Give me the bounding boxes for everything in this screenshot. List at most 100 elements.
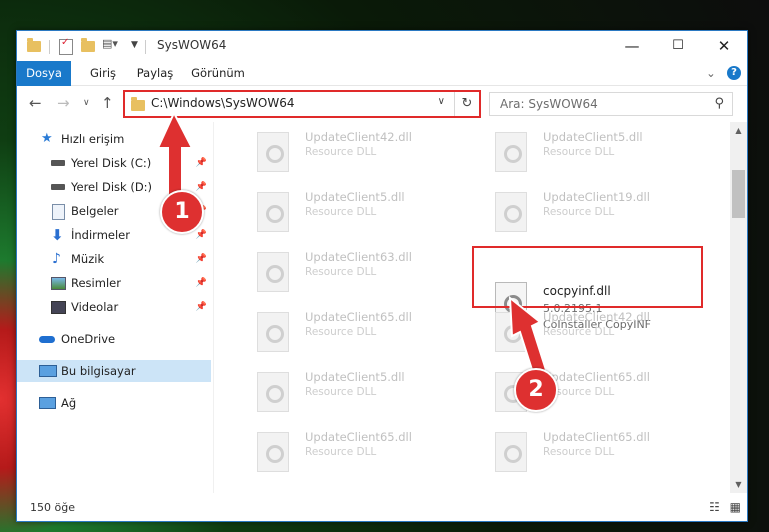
file-name: UpdateClient65.dll	[543, 370, 650, 384]
nav-label: Belgeler	[71, 204, 119, 218]
drive-icon	[51, 160, 65, 166]
list-item[interactable]: UpdateClient5.dll Resource DLL	[475, 126, 705, 176]
nav-label: Yerel Disk (D:)	[71, 180, 153, 194]
window-title: SysWOW64	[157, 38, 227, 52]
list-item[interactable]: UpdateClient65.dll Resource DLL	[237, 306, 467, 356]
pin-icon[interactable]: 📌	[196, 296, 207, 318]
pane-divider[interactable]	[213, 122, 214, 493]
dll-file-icon	[257, 372, 289, 412]
file-description: Resource DLL	[305, 206, 377, 218]
dll-file-icon	[495, 192, 527, 232]
address-path[interactable]: C:\Windows\SysWOW64	[151, 96, 295, 110]
highlight-box	[472, 246, 703, 308]
title-bar: ✓ ▤▾ ▼ SysWOW64 — ☐ ✕	[17, 31, 747, 61]
documents-icon	[52, 204, 65, 220]
music-icon: ♪	[52, 251, 61, 267]
pin-icon[interactable]: 📌	[196, 152, 207, 174]
customize-toolbar-icon[interactable]: ▤▾	[102, 37, 118, 53]
nav-label: Yerel Disk (C:)	[71, 156, 152, 170]
toolbar-divider	[49, 40, 50, 54]
tab-share[interactable]: Paylaş	[131, 61, 179, 85]
close-button[interactable]: ✕	[701, 31, 747, 61]
nav-item-this-pc[interactable]: Bu bilgisayar	[17, 360, 211, 382]
step-2-badge: 2	[514, 368, 558, 412]
list-item[interactable]: UpdateClient5.dll Resource DLL	[237, 186, 467, 236]
search-icon[interactable]: ⚲	[714, 96, 724, 111]
forward-arrow-icon[interactable]: →	[57, 94, 70, 112]
file-description: Resource DLL	[305, 146, 377, 158]
dll-file-icon	[257, 132, 289, 172]
recent-locations-icon[interactable]: ∨	[83, 98, 90, 108]
dll-file-icon	[495, 312, 527, 352]
nav-label: Hızlı erişim	[61, 132, 125, 146]
item-count: 150 öğe	[30, 501, 75, 514]
nav-item-music[interactable]: ♪ Müzik 📌	[17, 248, 211, 270]
scroll-down-icon[interactable]: ▼	[730, 476, 747, 493]
tab-home[interactable]: Giriş	[83, 61, 123, 85]
pin-icon[interactable]: 📌	[196, 248, 207, 270]
expand-ribbon-icon[interactable]: ⌄	[703, 61, 719, 85]
scroll-thumb[interactable]	[732, 170, 745, 218]
ribbon: Dosya Giriş Paylaş Görünüm ⌄ ?	[17, 61, 747, 111]
scroll-up-icon[interactable]: ▲	[730, 122, 747, 139]
properties-icon[interactable]: ✓	[59, 37, 73, 55]
navigation-pane: ★ Hızlı erişim Yerel Disk (C:) 📌 Yerel D…	[17, 122, 213, 493]
title-divider	[145, 40, 146, 54]
list-item[interactable]: UpdateClient65.dll Resource DLL	[237, 426, 467, 476]
list-item[interactable]: UpdateClient65.dll Resource DLL	[475, 366, 705, 416]
pin-icon[interactable]: 📌	[196, 176, 207, 198]
chevron-down-icon[interactable]: ∨	[438, 96, 445, 107]
nav-label: Resimler	[71, 276, 121, 290]
dll-file-icon	[257, 252, 289, 292]
up-arrow-icon[interactable]: ↑	[101, 94, 114, 112]
address-row: ← → ∨ ↑ C:\Windows\SysWOW64 ∨ ↻ Ara: Sys…	[17, 86, 747, 122]
refresh-icon[interactable]: ↻	[454, 92, 479, 116]
file-description: Resource DLL	[305, 326, 377, 338]
nav-item-onedrive[interactable]: OneDrive	[17, 328, 211, 350]
star-icon: ★	[41, 131, 53, 146]
tiles-view-icon[interactable]: ▦	[730, 500, 741, 514]
nav-item-videos[interactable]: Videolar 📌	[17, 296, 211, 318]
tab-view[interactable]: Görünüm	[189, 61, 247, 85]
details-view-icon[interactable]: ☷	[709, 500, 720, 514]
list-item[interactable]: UpdateClient5.dll Resource DLL	[237, 366, 467, 416]
list-item[interactable]: UpdateClient42.dll Resource DLL	[237, 126, 467, 176]
videos-icon	[51, 301, 66, 314]
list-item[interactable]: UpdateClient65.dll Resource DLL	[475, 426, 705, 476]
nav-quick-access[interactable]: ★ Hızlı erişim	[17, 128, 211, 150]
list-item[interactable]: UpdateClient42.dll Resource DLL	[475, 306, 705, 356]
nav-item-pictures[interactable]: Resimler 📌	[17, 272, 211, 294]
dll-file-icon	[495, 132, 527, 172]
nav-label: Videolar	[71, 300, 119, 314]
nav-item-drive-c[interactable]: Yerel Disk (C:) 📌	[17, 152, 211, 174]
network-icon	[39, 397, 56, 409]
dll-file-icon	[495, 432, 527, 472]
file-name: UpdateClient19.dll	[543, 190, 650, 204]
folder-icon	[131, 97, 145, 111]
list-item[interactable]: UpdateClient63.dll Resource DLL	[237, 246, 467, 296]
view-toggle: ☷ ▦	[709, 500, 741, 514]
maximize-button[interactable]: ☐	[655, 31, 701, 61]
cloud-icon	[39, 336, 55, 343]
address-bar[interactable]: C:\Windows\SysWOW64 ∨ ↻	[123, 90, 481, 118]
nav-label: Ağ	[61, 396, 77, 410]
chevron-down-icon[interactable]: ▼	[131, 40, 138, 56]
file-name: UpdateClient42.dll	[305, 130, 412, 144]
dll-file-icon	[257, 312, 289, 352]
file-name: UpdateClient5.dll	[543, 130, 643, 144]
back-arrow-icon[interactable]: ←	[29, 94, 42, 112]
file-description: Resource DLL	[543, 206, 615, 218]
file-name: UpdateClient5.dll	[305, 190, 405, 204]
vertical-scrollbar[interactable]: ▲ ▼	[730, 122, 747, 493]
file-name: UpdateClient5.dll	[305, 370, 405, 384]
nav-item-network[interactable]: Ağ	[17, 392, 211, 414]
pin-icon[interactable]: 📌	[196, 272, 207, 294]
status-bar: 150 öğe ☷ ▦	[17, 495, 747, 521]
minimize-button[interactable]: —	[609, 31, 655, 61]
search-placeholder: Ara: SysWOW64	[500, 97, 598, 111]
list-item[interactable]: UpdateClient19.dll Resource DLL	[475, 186, 705, 236]
file-name: UpdateClient63.dll	[305, 250, 412, 264]
help-icon[interactable]: ?	[727, 66, 741, 80]
file-description: Resource DLL	[305, 386, 377, 398]
search-box[interactable]: Ara: SysWOW64 ⚲	[489, 92, 733, 116]
